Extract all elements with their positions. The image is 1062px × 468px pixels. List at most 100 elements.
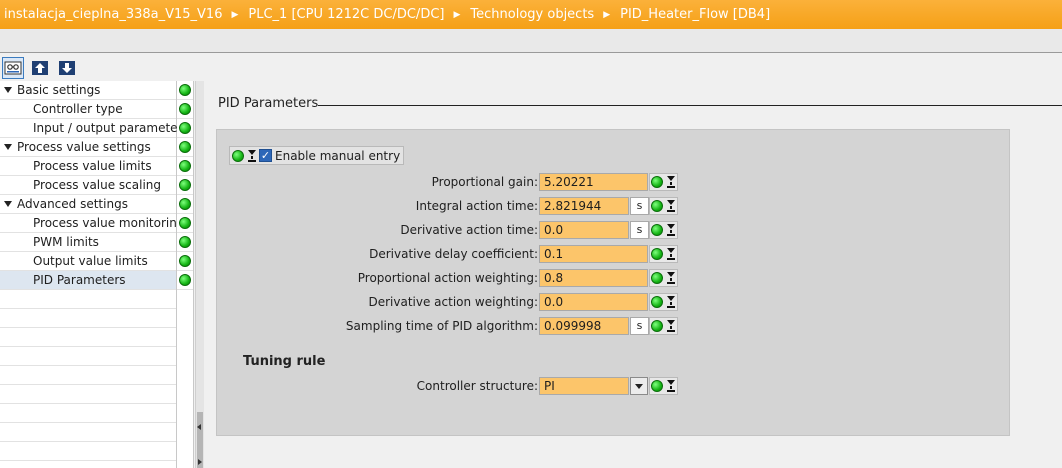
download-value-icon[interactable] [666, 296, 675, 308]
unit-label: s [630, 197, 649, 215]
nav-empty-row [0, 328, 176, 347]
param-label: Controller structure: [416, 379, 538, 393]
download-value-icon[interactable] [666, 380, 675, 392]
status-ok-icon [179, 141, 191, 153]
status-ok-icon [651, 224, 663, 236]
derivative-action-time-input[interactable]: 0.0 [539, 221, 629, 239]
editor-header-bar [0, 29, 1062, 53]
proportional-gain-input[interactable]: 5.20221 [539, 173, 648, 191]
param-label: Integral action time: [415, 199, 538, 213]
status-ok-icon [179, 179, 191, 191]
breadcrumb-separator-icon: ▶ [453, 9, 461, 20]
nav-status-column [177, 81, 194, 468]
nav-item-advanced-settings[interactable]: Advanced settings [0, 195, 176, 214]
status-ok-icon [179, 160, 191, 172]
breadcrumb-separator-icon: ▶ [231, 9, 239, 20]
expand-triangle-icon[interactable] [4, 144, 12, 150]
chevron-down-icon [635, 383, 643, 389]
status-ok-icon [179, 84, 191, 96]
nav-item-output-value-limits[interactable]: Output value limits [0, 252, 176, 271]
nav-item-label: PID Parameters [33, 273, 126, 287]
breadcrumb: instalacja_cieplna_338a_V15_V16 ▶ PLC_1 … [0, 0, 1062, 29]
expand-triangle-icon[interactable] [4, 87, 12, 93]
sampling-time-input[interactable]: 0.099998 [539, 317, 629, 335]
tuning-rule-heading: Tuning rule [243, 354, 326, 369]
breadcrumb-item-plc[interactable]: PLC_1 [CPU 1212C DC/DC/DC] [248, 7, 444, 22]
enable-manual-entry-checkbox[interactable]: ✓ [259, 149, 272, 162]
settings-navigation-tree: Basic settings Controller type Input / o… [0, 81, 189, 468]
integral-action-time-input[interactable]: 2.821944 [539, 197, 629, 215]
derivative-action-weighting-input[interactable]: 0.0 [539, 293, 648, 311]
download-value-icon[interactable] [666, 272, 675, 284]
status-ok-icon [651, 296, 663, 308]
nav-scrollbar[interactable] [195, 81, 204, 468]
download-icon [59, 60, 75, 75]
param-label: Derivative delay coefficient: [369, 247, 538, 261]
nav-item-process-value-limits[interactable]: Process value limits [0, 157, 176, 176]
status-ok-icon [179, 255, 191, 267]
param-row-controller-structure: Controller structure: PI [230, 377, 690, 395]
nav-empty-row [0, 442, 176, 461]
nav-item-pid-parameters[interactable]: PID Parameters [0, 271, 176, 290]
expand-triangle-icon[interactable] [4, 201, 12, 207]
collapse-arrow-icon[interactable] [197, 424, 201, 430]
status-ok-icon [179, 122, 191, 134]
nav-item-label: Process value monitoring [33, 216, 185, 230]
param-label: Derivative action time: [400, 223, 538, 237]
download-value-icon[interactable] [666, 176, 675, 188]
section-title: PID Parameters [218, 96, 319, 111]
nav-empty-row [0, 290, 176, 309]
status-ok-icon [179, 198, 191, 210]
param-row-sampling-time: Sampling time of PID algorithm: 0.099998… [230, 317, 690, 335]
nav-item-controller-type[interactable]: Controller type [0, 100, 176, 119]
nav-empty-row [0, 423, 176, 442]
download-button[interactable] [56, 57, 78, 79]
nav-item-basic-settings[interactable]: Basic settings [0, 81, 176, 100]
nav-item-process-value-scaling[interactable]: Process value scaling [0, 176, 176, 195]
download-value-icon[interactable] [666, 320, 675, 332]
download-value-icon[interactable] [666, 200, 675, 212]
download-value-icon[interactable] [666, 248, 675, 260]
breadcrumb-item-db[interactable]: PID_Heater_Flow [DB4] [620, 7, 770, 22]
param-row-derivative-delay-coefficient: Derivative delay coefficient: 0.1 [230, 245, 690, 263]
nav-item-label: Process value scaling [33, 178, 162, 192]
param-label: Derivative action weighting: [368, 295, 539, 309]
status-ok-icon [651, 176, 663, 188]
nav-item-label: PWM limits [33, 235, 99, 249]
controller-structure-select[interactable]: PI [539, 377, 629, 395]
nav-item-input-output-parameters[interactable]: Input / output parameters [0, 119, 189, 138]
download-value-icon[interactable] [666, 224, 675, 236]
nav-item-process-value-settings[interactable]: Process value settings [0, 138, 176, 157]
derivative-delay-coefficient-input[interactable]: 0.1 [539, 245, 648, 263]
proportional-action-weighting-input[interactable]: 0.8 [539, 269, 648, 287]
nav-empty-row [0, 347, 176, 366]
functional-view-button[interactable] [2, 56, 24, 79]
functional-view-icon [4, 61, 22, 74]
nav-empty-row [0, 366, 176, 385]
param-label: Proportional action weighting: [357, 271, 538, 285]
param-row-derivative-action-time: Derivative action time: 0.0 s [230, 221, 690, 239]
status-ok-icon [179, 236, 191, 248]
enable-manual-entry-label: Enable manual entry [275, 148, 401, 163]
nav-item-process-value-monitoring[interactable]: Process value monitoring [0, 214, 184, 233]
nav-item-pwm-limits[interactable]: PWM limits [0, 233, 176, 252]
breadcrumb-item-technology-objects[interactable]: Technology objects [470, 7, 594, 22]
section-divider [318, 105, 1062, 106]
status-ok-icon [179, 274, 191, 286]
nav-empty-row [0, 404, 176, 423]
nav-item-label: Input / output parameters [33, 121, 189, 135]
status-ok-icon [651, 320, 663, 332]
nav-item-label: Controller type [33, 102, 123, 116]
unit-label: s [630, 317, 649, 335]
expand-arrow-icon[interactable] [198, 459, 202, 465]
nav-item-label: Process value limits [33, 159, 152, 173]
controller-structure-dropdown-button[interactable] [630, 377, 648, 395]
breadcrumb-item-project[interactable]: instalacja_cieplna_338a_V15_V16 [4, 7, 222, 22]
nav-item-label: Basic settings [17, 83, 101, 97]
param-label: Sampling time of PID algorithm: [345, 319, 538, 333]
download-value-icon[interactable] [247, 149, 256, 162]
upload-icon [32, 60, 48, 75]
nav-item-label: Process value settings [17, 140, 151, 154]
upload-button[interactable] [29, 57, 51, 79]
param-row-proportional-gain: Proportional gain: 5.20221 [230, 173, 690, 191]
